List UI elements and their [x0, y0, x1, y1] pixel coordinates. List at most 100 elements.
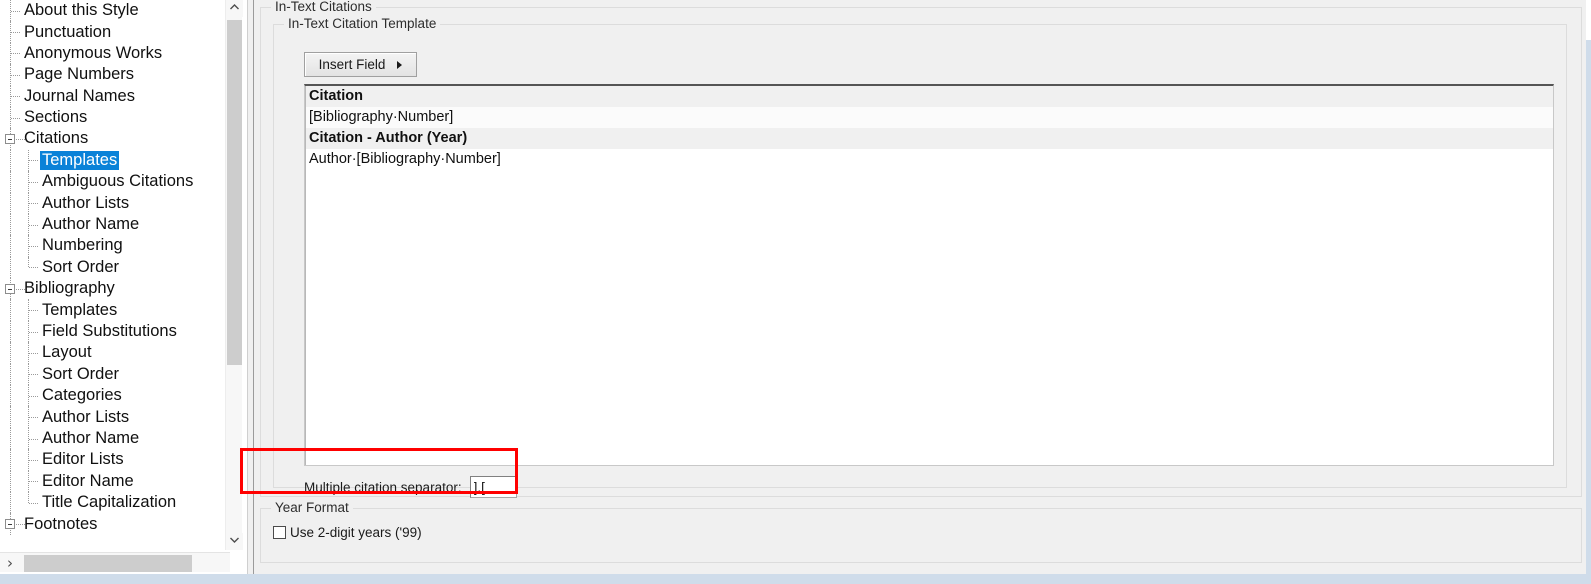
pane-splitter[interactable] — [247, 0, 254, 576]
insert-field-button[interactable]: Insert Field — [304, 52, 417, 77]
sidebar-item-label: Anonymous Works — [24, 43, 163, 62]
sidebar-item-label: Sort Order — [42, 257, 120, 276]
sidebar-item-templates[interactable]: Templates — [0, 299, 225, 321]
sidebar-item-author-name[interactable]: Author Name — [0, 213, 225, 236]
sidebar-item-sort-order[interactable]: Sort Order — [0, 363, 225, 386]
template-section-heading: Citation - Author (Year) — [305, 128, 1553, 149]
sidebar-item-templates[interactable]: Templates — [0, 149, 225, 172]
tree-connector-line — [10, 427, 11, 450]
caret-right-icon — [397, 60, 403, 69]
window-right-edge-top — [1586, 0, 1591, 40]
sidebar-item-label: Editor Name — [42, 471, 134, 490]
tree-connector-stub — [29, 395, 38, 397]
tree-connector-stub — [29, 224, 38, 226]
tree-connector-stub — [29, 245, 38, 247]
tree-connector-line — [10, 449, 11, 471]
sidebar-item-categories[interactable]: Categories — [0, 385, 225, 407]
tree-connector-line — [10, 385, 11, 407]
sidebar-item-label: Numbering — [42, 236, 123, 255]
year-format-group-title: Year Format — [271, 500, 353, 515]
chevron-up-icon[interactable] — [226, 0, 243, 17]
sidebar-item-about-this-style[interactable]: About this Style — [0, 0, 225, 22]
style-navigation-pane: About this Style Punctuation Anonymous Wor… — [0, 0, 247, 584]
sidebar-item-label: Sort Order — [42, 364, 120, 383]
tree-connector-stub — [29, 267, 38, 269]
sidebar-item-bibliography[interactable]: Bibliography — [0, 278, 225, 300]
sidebar-item-label: Field Substitutions — [42, 322, 177, 340]
sidebar-item-title-capitalization[interactable]: Title Capitalization — [0, 491, 225, 514]
in-text-citation-template-group-title: In-Text Citation Template — [284, 16, 441, 31]
sidebar-item-page-numbers[interactable]: Page Numbers — [0, 64, 225, 86]
tree-connector-stub — [11, 74, 20, 76]
tree-connector-stub — [29, 502, 38, 504]
tree-connector-line — [10, 235, 11, 257]
tree-connector-line — [28, 256, 29, 268]
sidebar-item-label: Author Lists — [42, 407, 130, 426]
tree-vertical-scrollbar-thumb[interactable] — [227, 20, 242, 365]
use-two-digit-years-row[interactable]: Use 2-digit years ('99) — [273, 525, 422, 540]
tree-connector-stub — [16, 524, 25, 526]
tree-connector-line — [10, 149, 11, 172]
sidebar-item-author-lists[interactable]: Author Lists — [0, 192, 225, 214]
sidebar-item-editor-lists[interactable]: Editor Lists — [0, 449, 225, 471]
tree-collapse-icon[interactable] — [5, 519, 15, 530]
template-section-heading: Citation — [305, 86, 1553, 107]
tree-connector-stub — [11, 53, 20, 55]
template-definition-line[interactable]: [Bibliography·Number] — [305, 107, 1553, 128]
chevron-right-icon[interactable]: › — [0, 554, 20, 572]
template-definition-line[interactable]: Author·[Bibliography·Number] — [305, 149, 1553, 170]
sidebar-item-label: Author Name — [42, 428, 140, 447]
tree-collapse-icon[interactable] — [5, 134, 15, 145]
sidebar-item-sections[interactable]: Sections — [0, 106, 225, 129]
sidebar-item-label: Ambiguous Citations — [42, 172, 194, 191]
tree-connector-stub — [29, 352, 38, 354]
tree-connector-line — [28, 491, 29, 503]
citation-template-editor[interactable]: Citation [Bibliography·Number] Citation - … — [304, 84, 1554, 466]
tree-connector-line — [10, 320, 11, 343]
tree-connector-stub — [29, 438, 38, 440]
tree-connector-stub — [29, 160, 38, 162]
sidebar-item-field-substitutions[interactable]: Field Substitutions — [0, 320, 225, 343]
tree-connector-stub — [11, 96, 20, 98]
tree-connector-line — [10, 213, 11, 236]
style-tree[interactable]: About this Style Punctuation Anonymous Wor… — [0, 0, 225, 550]
sidebar-item-label: Editor Lists — [42, 450, 124, 469]
sidebar-item-layout[interactable]: Layout — [0, 342, 225, 364]
tree-connector-line — [10, 171, 11, 193]
in-text-citations-group-title: In-Text Citations — [271, 0, 376, 14]
sidebar-item-label: Author Name — [42, 215, 140, 234]
sidebar-item-ambiguous-citations[interactable]: Ambiguous Citations — [0, 171, 225, 193]
use-two-digit-years-label: Use 2-digit years ('99) — [290, 525, 422, 540]
window-bottom-edge — [0, 574, 1591, 584]
chevron-down-icon[interactable] — [226, 533, 243, 550]
sidebar-item-author-name[interactable]: Author Name — [0, 427, 225, 450]
sidebar-item-label: Citations — [24, 129, 89, 148]
sidebar-item-numbering[interactable]: Numbering — [0, 235, 225, 257]
sidebar-item-punctuation[interactable]: Punctuation — [0, 21, 225, 43]
tree-connector-line — [10, 363, 11, 386]
insert-field-button-label: Insert Field — [318, 56, 386, 72]
tree-horizontal-scrollbar-thumb[interactable] — [24, 555, 192, 572]
tree-collapse-icon[interactable] — [5, 283, 15, 294]
sidebar-item-label: Journal Names — [24, 86, 135, 105]
tree-connector-line — [10, 406, 11, 428]
sidebar-item-anonymous-works[interactable]: Anonymous Works — [0, 42, 225, 65]
tree-horizontal-scrollbar[interactable]: ‹ › — [0, 552, 230, 572]
use-two-digit-years-checkbox[interactable] — [273, 526, 286, 539]
tree-connector-line — [10, 192, 11, 214]
multiple-citation-separator-input[interactable] — [469, 476, 517, 498]
sidebar-item-author-lists[interactable]: Author Lists — [0, 406, 225, 428]
sidebar-item-citations[interactable]: Citations — [0, 128, 225, 150]
tree-connector-stub — [29, 417, 38, 419]
sidebar-item-journal-names[interactable]: Journal Names — [0, 85, 225, 107]
sidebar-item-label: Templates — [42, 300, 118, 319]
sidebar-item-footnotes[interactable]: Footnotes — [0, 513, 225, 535]
tree-vertical-scrollbar[interactable] — [225, 0, 243, 550]
sidebar-item-label: Title Capitalization — [42, 493, 177, 512]
tree-connector-stub — [29, 481, 38, 483]
sidebar-item-sort-order[interactable]: Sort Order — [0, 256, 225, 279]
tree-connector-line — [10, 491, 11, 514]
in-text-citation-template-groupbox: In-Text Citation Template Insert Field C… — [273, 16, 1567, 498]
tree-connector-stub — [29, 331, 38, 333]
sidebar-item-editor-name[interactable]: Editor Name — [0, 470, 225, 492]
